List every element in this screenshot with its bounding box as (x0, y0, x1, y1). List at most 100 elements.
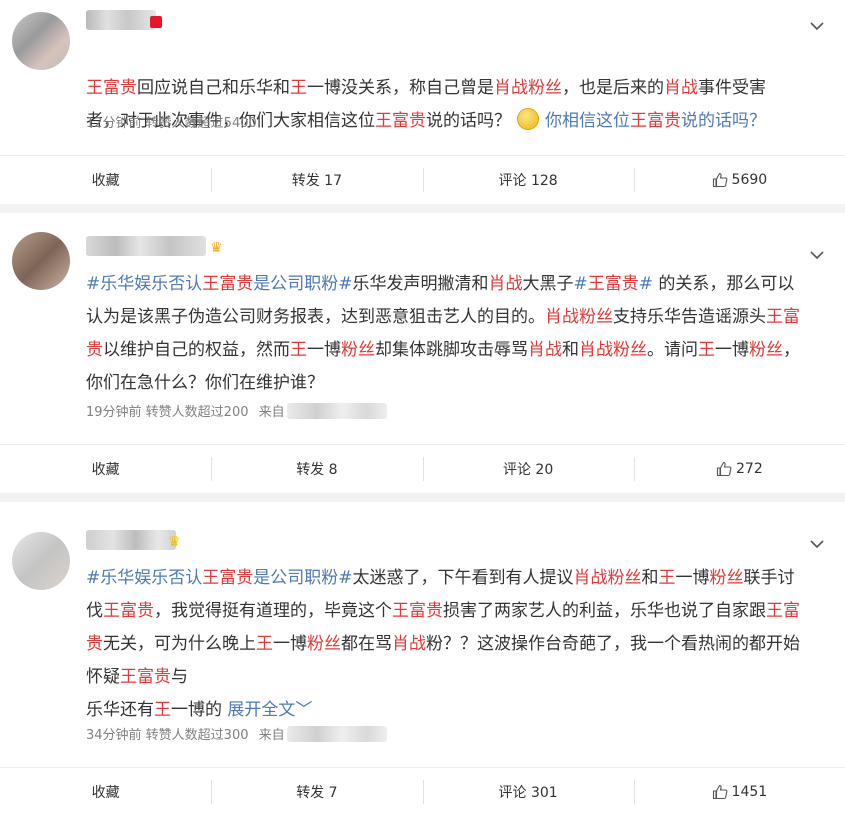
repost-label: 转发 7 (296, 785, 338, 801)
topic-hashtag-link[interactable]: #乐华娱乐否认 (86, 568, 202, 588)
text-segment: ，我觉得挺有道理的，毕竟这个 (154, 601, 392, 621)
highlighted-keyword: 王 (154, 700, 171, 720)
comment-button[interactable]: 评论 128 (422, 156, 634, 204)
like-count: 5690 (731, 172, 768, 188)
expand-full-text-link[interactable]: 展开全文 (227, 700, 295, 720)
topic-hashtag-link[interactable]: 是公司职粉# (253, 568, 352, 588)
highlighted-keyword: 王富 (766, 307, 800, 327)
post-text-line: 贵以维护自己的权益，然而王一博粉丝却集体跳脚攻击辱骂肖战和肖战粉丝。请问王一博粉… (86, 334, 826, 367)
highlighted-keyword: 贵 (86, 340, 103, 360)
like-button[interactable]: 1451 (633, 768, 845, 816)
verified-badge-icon (150, 16, 162, 28)
chevron-down-icon[interactable] (809, 18, 825, 34)
quoted-link-text[interactable]: 你相信这位 (545, 111, 630, 131)
post-time-and-stats: 19分钟前 转赞人数超过200 (86, 405, 249, 420)
repost-button[interactable]: 转发 7 (211, 768, 422, 816)
post-text-line: 王富贵回应说自己和乐华和王一博没关系，称自己曾是肖战粉丝，也是后来的肖战事件受害 (86, 72, 826, 105)
text-segment: 一博 (715, 340, 749, 360)
avatar[interactable] (12, 12, 70, 70)
text-segment: 的关系，那么可以 (653, 274, 795, 294)
post-text-line: 怀疑王富贵与 (86, 661, 826, 694)
text-segment: 以维护自己的权益，然而 (103, 340, 290, 360)
text-segment: 都在骂 (341, 634, 392, 654)
post-text-line: #乐华娱乐否认王富贵是公司职粉#太迷惑了，下午看到有人提议肖战粉丝和王一博粉丝联… (86, 562, 826, 595)
post-time-and-stats: 34分钟前 转赞人数超过300 (86, 728, 249, 743)
text-segment: 认为是该黑子伪造公司财务报表，达到恶意狙击艺人的目的。 (86, 307, 545, 327)
topic-hashtag-link[interactable]: 是公司职粉# (253, 274, 352, 294)
repost-button[interactable]: 转发 17 (211, 156, 422, 204)
highlighted-keyword: 肖战 (664, 78, 698, 98)
post-meta: 34分钟前 转赞人数超过300 来自 (86, 724, 387, 743)
thumbs-up-icon (716, 461, 732, 477)
source-blurred[interactable] (286, 403, 387, 419)
username-blurred[interactable] (86, 10, 156, 30)
highlighted-keyword: 王 (256, 634, 273, 654)
source-blurred[interactable] (286, 726, 387, 742)
highlighted-keyword: 王富贵 (202, 274, 254, 294)
highlighted-keyword: 粉丝 (749, 340, 783, 360)
post-text-line: 认为是该黑子伪造公司财务报表，达到恶意狙击艺人的目的。肖战粉丝支持乐华告造谣源头… (86, 301, 826, 334)
text-segment: 与 (171, 667, 188, 687)
like-button[interactable]: 272 (633, 445, 845, 493)
like-button[interactable]: 5690 (633, 156, 845, 204)
like-count: 272 (736, 461, 763, 477)
text-segment: 乐华还有 (86, 700, 154, 720)
source-label: 来自 (258, 728, 285, 743)
repost-label: 转发 17 (291, 173, 342, 189)
expand-full-text-link[interactable]: ﹀ (295, 700, 312, 720)
topic-hashtag-link[interactable]: # (639, 274, 653, 294)
highlighted-keyword: 王 (290, 78, 307, 98)
text-segment: ，也是后来的 (562, 78, 664, 98)
post-text-line: #乐华娱乐否认王富贵是公司职粉#乐华发声明撇清和肖战大黑子#王富贵# 的关系，那… (86, 268, 826, 301)
highlighted-keyword: 王富贵 (202, 568, 254, 588)
quoted-link-text[interactable]: 说的话吗？ (681, 111, 766, 131)
text-segment: 联手讨 (743, 568, 795, 588)
highlighted-keyword: 肖战粉丝 (573, 568, 642, 588)
highlighted-keyword: 王富贵 (375, 111, 426, 131)
text-segment: 粉？？这波操作台奇葩了，我一个看热闹的都开始 (426, 634, 800, 654)
highlighted-keyword: 王富贵 (103, 601, 154, 621)
chevron-down-icon[interactable] (809, 247, 825, 263)
text-segment: 事件受害 (698, 78, 766, 98)
avatar[interactable] (12, 532, 70, 590)
post-text-line: 你们在急什么？你们在维护谁？ (86, 367, 826, 400)
comment-button[interactable]: 评论 20 (422, 445, 634, 493)
source-label: 来自 (258, 405, 285, 420)
username-blurred[interactable] (86, 236, 206, 256)
text-segment: 说的话吗？ (426, 111, 511, 131)
post-text-line: 伐王富贵，我觉得挺有道理的，毕竟这个王富贵损害了两家艺人的利益，乐华也说了自家跟… (86, 595, 826, 628)
like-count: 1451 (731, 784, 768, 800)
highlighted-keyword: 贵 (86, 634, 103, 654)
avatar[interactable] (12, 232, 70, 290)
text-segment: 一博没关系，称自己曾是 (307, 78, 494, 98)
highlighted-keyword: 肖战粉丝 (545, 307, 613, 327)
highlighted-keyword: 肖战 (488, 274, 523, 294)
highlighted-keyword: 王富贵 (587, 274, 639, 294)
chevron-down-icon[interactable] (809, 536, 825, 552)
comment-button[interactable]: 评论 301 (422, 768, 634, 816)
text-segment: 你们在急什么？你们在维护谁？ (86, 373, 324, 393)
topic-hashtag-link[interactable]: # (574, 274, 588, 294)
highlighted-keyword: 王富贵 (120, 667, 171, 687)
highlighted-keyword: 王 (658, 568, 676, 588)
post-card-3: ♛ #乐华娱乐否认王富贵是公司职粉#太迷惑了，下午看到有人提议肖战粉丝和王一博粉… (0, 502, 845, 816)
post-text: #乐华娱乐否认王富贵是公司职粉#太迷惑了，下午看到有人提议肖战粉丝和王一博粉丝联… (86, 562, 826, 727)
username-blurred[interactable] (86, 530, 176, 550)
highlighted-keyword: 王 (698, 340, 715, 360)
highlighted-keyword: 王 (290, 340, 307, 360)
favorite-button[interactable]: 收藏 (0, 156, 211, 204)
text-segment: 一博 (273, 634, 307, 654)
topic-hashtag-link[interactable]: #乐华娱乐否认 (86, 274, 202, 294)
action-bar: 收藏 转发 7 评论 301 1451 (0, 768, 845, 816)
text-segment: 和 (641, 568, 659, 588)
text-segment: 一博的 (171, 700, 228, 720)
highlighted-keyword: 王富贵 (86, 78, 137, 98)
text-segment: 乐华发声明撇清和 (352, 274, 489, 294)
repost-button[interactable]: 转发 8 (211, 445, 422, 493)
action-bar: 收藏 转发 8 评论 20 272 (0, 445, 845, 493)
text-segment: 和 (562, 340, 579, 360)
favorite-button[interactable]: 收藏 (0, 768, 211, 816)
post-card-1: 王富贵回应说自己和乐华和王一博没关系，称自己曾是肖战粉丝，也是后来的肖战事件受害… (0, 0, 845, 204)
highlighted-keyword: 肖战粉丝 (579, 340, 647, 360)
favorite-button[interactable]: 收藏 (0, 445, 211, 493)
